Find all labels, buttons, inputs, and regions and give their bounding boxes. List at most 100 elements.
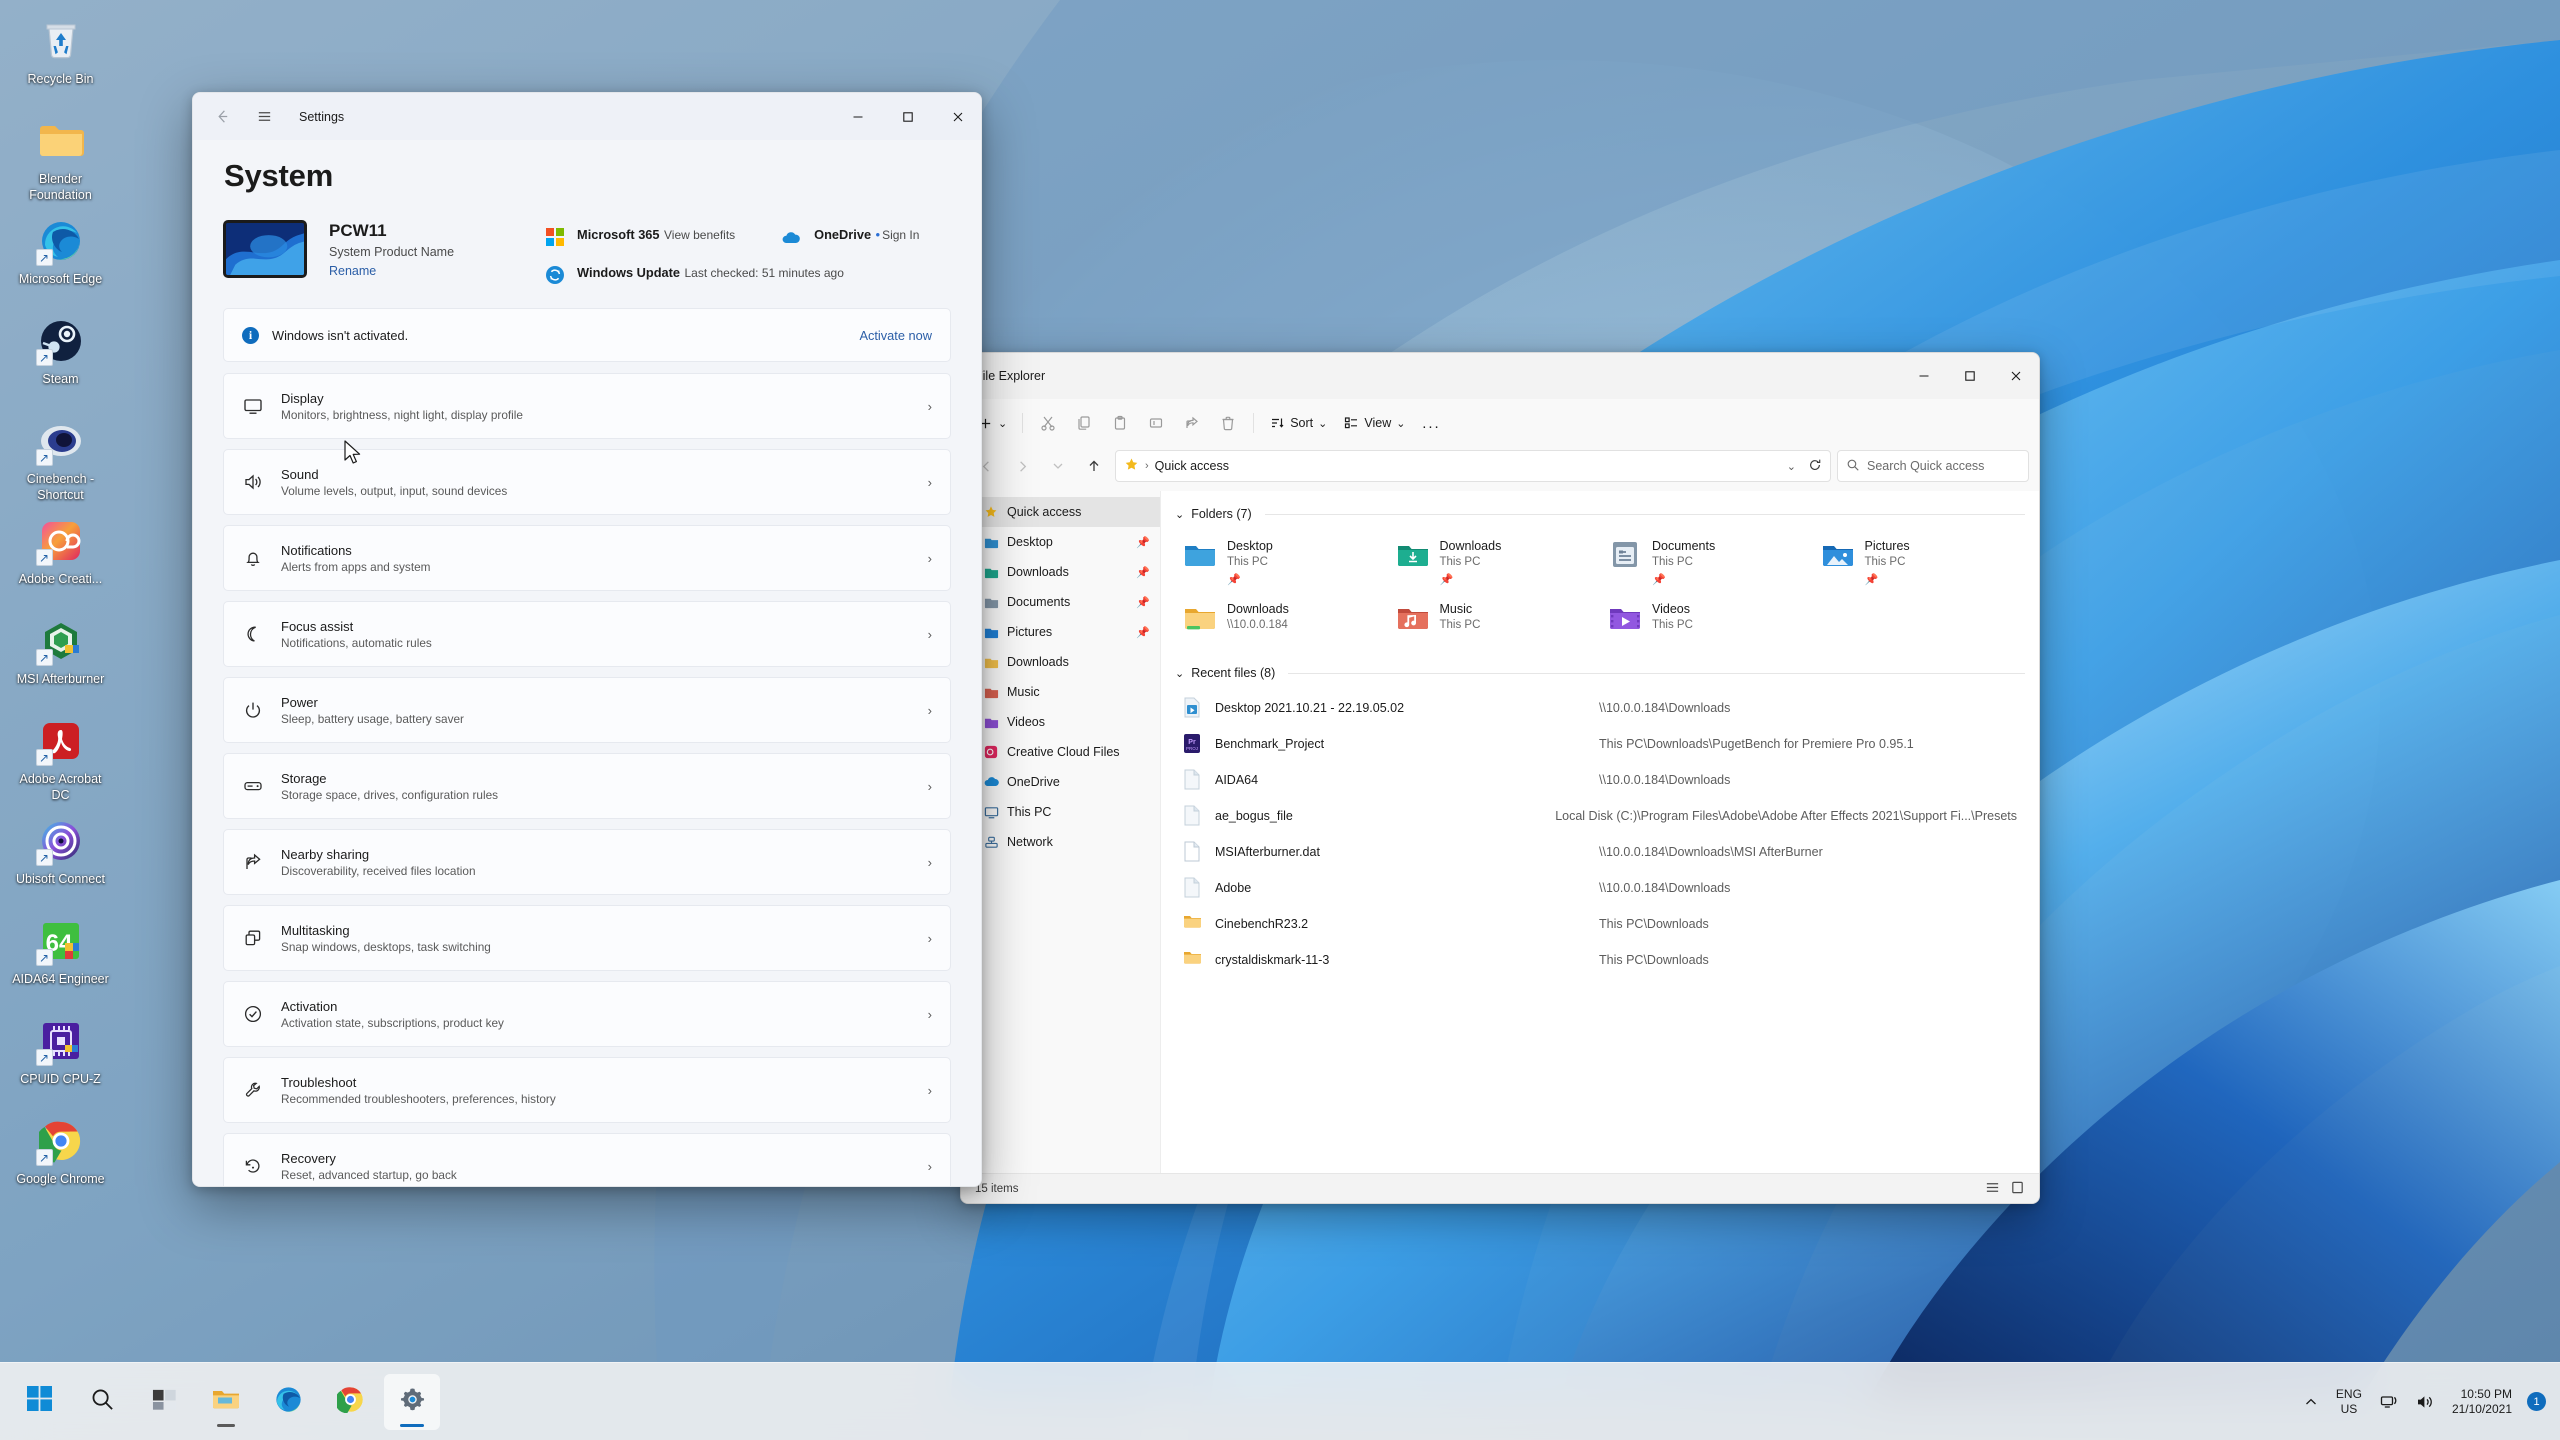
folder-item[interactable]: Pictures This PC 📌 — [1813, 531, 2026, 592]
settings-row-focus-assist[interactable]: Focus assist Notifications, automatic ru… — [223, 601, 951, 668]
notification-badge[interactable]: 1 — [2527, 1392, 2546, 1411]
pin-icon[interactable]: 📌 — [1136, 536, 1150, 549]
details-view-toggle[interactable] — [2010, 1180, 2025, 1198]
settings-row-power[interactable]: Power Sleep, battery usage, battery save… — [223, 677, 951, 744]
explorer-close-button[interactable] — [1993, 360, 2039, 392]
rename-link[interactable]: Rename — [329, 264, 454, 278]
settings-window[interactable]: Settings System PCW11 System Product Nam… — [192, 92, 982, 1187]
nav-item-desktop[interactable]: Desktop 📌 — [961, 527, 1160, 557]
desktop-icon-msi-afterburner[interactable]: MSI Afterburner — [11, 608, 111, 704]
folder-item[interactable]: Downloads This PC 📌 — [1388, 531, 1601, 592]
recent-file-row[interactable]: Desktop 2021.10.21 - 22.19.05.02 \\10.0.… — [1175, 690, 2025, 726]
settings-row-activation[interactable]: Activation Activation state, subscriptio… — [223, 981, 951, 1048]
nav-item-onedrive[interactable]: OneDrive — [961, 767, 1160, 797]
settings-button[interactable] — [384, 1373, 440, 1430]
network-status-button[interactable] — [2371, 1376, 2407, 1428]
more-options-button[interactable]: ... — [1414, 407, 1448, 439]
pin-icon[interactable]: 📌 — [1136, 596, 1150, 609]
tray-overflow-button[interactable] — [2295, 1376, 2327, 1428]
chrome-button[interactable] — [322, 1374, 378, 1430]
recent-file-row[interactable]: ae_bogus_file Local Disk (C:)\Program Fi… — [1175, 798, 2025, 834]
nav-item-downloads-network[interactable]: Downloads — [961, 647, 1160, 677]
search-button[interactable] — [74, 1374, 130, 1430]
address-input[interactable]: › Quick access ⌄ — [1115, 450, 1831, 482]
explorer-address-bar[interactable]: › Quick access ⌄ Search Quick access — [961, 447, 2039, 491]
desktop-icon-google-chrome[interactable]: Google Chrome — [11, 1108, 111, 1204]
paste-button[interactable] — [1103, 407, 1137, 439]
recent-locations-button[interactable] — [1043, 451, 1073, 481]
settings-minimize-button[interactable] — [835, 101, 881, 133]
settings-menu-button[interactable] — [245, 101, 283, 133]
recent-file-row[interactable]: Adobe \\10.0.0.184\Downloads — [1175, 870, 2025, 906]
list-view-toggle[interactable] — [1985, 1180, 2000, 1198]
microsoft-365-service[interactable]: Microsoft 365 View benefits — [544, 226, 735, 248]
recent-file-row[interactable]: MSIAfterburner.dat \\10.0.0.184\Download… — [1175, 834, 2025, 870]
explorer-minimize-button[interactable] — [1901, 360, 1947, 392]
refresh-button[interactable] — [1808, 458, 1822, 475]
pin-icon[interactable]: 📌 — [1136, 566, 1150, 579]
desktop-icon-blender-foundation[interactable]: Blender Foundation — [11, 108, 111, 204]
sort-button[interactable]: Sort ⌄ — [1262, 407, 1334, 439]
windows-update-service[interactable]: Windows Update Last checked: 51 minutes … — [544, 264, 844, 286]
explorer-titlebar[interactable]: File Explorer — [961, 353, 2039, 399]
nav-item-creative-cloud-files[interactable]: Creative Cloud Files — [961, 737, 1160, 767]
settings-row-notifications[interactable]: Notifications Alerts from apps and syste… — [223, 525, 951, 592]
nav-item-downloads[interactable]: Downloads 📌 — [961, 557, 1160, 587]
onedrive-service[interactable]: OneDrive • Sign In — [781, 226, 931, 248]
recent-file-row[interactable]: crystaldiskmark-11-3 This PC\Downloads — [1175, 942, 2025, 978]
desktop-icon-aida64[interactable]: 64 AIDA64 Engineer — [11, 908, 111, 1004]
settings-titlebar[interactable]: Settings — [193, 93, 981, 140]
settings-row-troubleshoot[interactable]: Troubleshoot Recommended troubleshooters… — [223, 1057, 951, 1124]
explorer-maximize-button[interactable] — [1947, 360, 1993, 392]
recent-file-row[interactable]: CinebenchR23.2 This PC\Downloads — [1175, 906, 2025, 942]
folder-item[interactable]: Downloads \\10.0.0.184 — [1175, 594, 1388, 640]
desktop-icon-cpuid-cpu-z[interactable]: CPUID CPU-Z — [11, 1008, 111, 1104]
nav-item-network[interactable]: Network — [961, 827, 1160, 857]
rename-button[interactable] — [1139, 407, 1173, 439]
folders-group-header[interactable]: ⌄ Folders (7) — [1175, 507, 2025, 521]
search-input[interactable]: Search Quick access — [1837, 450, 2029, 482]
settings-close-button[interactable] — [935, 101, 981, 133]
recent-file-row[interactable]: Pr PROJ Benchmark_Project This PC\Downloa… — [1175, 726, 2025, 762]
settings-row-storage[interactable]: Storage Storage space, drives, configura… — [223, 753, 951, 820]
desktop-icon-ubisoft-connect[interactable]: Ubisoft Connect — [11, 808, 111, 904]
address-dropdown-icon[interactable]: ⌄ — [1787, 460, 1796, 473]
taskbar[interactable]: ENG US 10:50 PM 21/10/2021 1 — [0, 1362, 2560, 1440]
explorer-file-list[interactable]: ⌄ Folders (7) Desktop This PC 📌 Download… — [1161, 491, 2039, 1173]
nav-item-music[interactable]: Music — [961, 677, 1160, 707]
forward-button[interactable] — [1007, 451, 1037, 481]
task-view-button[interactable] — [136, 1374, 192, 1430]
settings-content[interactable]: System PCW11 System Product Name Rename — [193, 140, 981, 1186]
copy-button[interactable] — [1067, 407, 1101, 439]
desktop-icon-microsoft-edge[interactable]: Microsoft Edge — [11, 208, 111, 304]
share-button[interactable] — [1175, 407, 1209, 439]
desktop-icon-steam[interactable]: Steam — [11, 308, 111, 404]
file-explorer-window[interactable]: File Explorer ⌄ Sort ⌄ View ⌄ ... › Quic… — [960, 352, 2040, 1204]
settings-back-button[interactable] — [203, 101, 241, 133]
delete-button[interactable] — [1211, 407, 1245, 439]
recent-file-row[interactable]: AIDA64 \\10.0.0.184\Downloads — [1175, 762, 2025, 798]
desktop-icon-adobe-acrobat[interactable]: Adobe Acrobat DC — [11, 708, 111, 804]
file-explorer-button[interactable] — [198, 1374, 254, 1430]
pin-icon[interactable]: 📌 — [1136, 626, 1150, 639]
desktop-icon-recycle-bin[interactable]: Recycle Bin — [11, 8, 111, 104]
chevron-down-icon[interactable]: ⌄ — [1175, 667, 1184, 680]
settings-row-multitasking[interactable]: Multitasking Snap windows, desktops, tas… — [223, 905, 951, 972]
explorer-navigation-pane[interactable]: Quick access Desktop 📌 Downloads 📌 Docum… — [961, 491, 1161, 1173]
nav-item-this-pc[interactable]: This PC — [961, 797, 1160, 827]
nav-item-quick-access[interactable]: Quick access — [961, 497, 1160, 527]
settings-row-nearby-sharing[interactable]: Nearby sharing Discoverability, received… — [223, 829, 951, 896]
recent-files-group-header[interactable]: ⌄ Recent files (8) — [1175, 666, 2025, 680]
desktop-icon-adobe-creative-cloud[interactable]: Adobe Creati... — [11, 508, 111, 604]
edge-button[interactable] — [260, 1374, 316, 1430]
folder-item[interactable]: Documents This PC 📌 — [1600, 531, 1813, 592]
chevron-down-icon[interactable]: ⌄ — [1175, 508, 1184, 521]
desktop-icon-cinebench[interactable]: Cinebench - Shortcut — [11, 408, 111, 504]
language-indicator[interactable]: ENG US — [2327, 1376, 2371, 1428]
nav-item-pictures[interactable]: Pictures 📌 — [961, 617, 1160, 647]
settings-row-sound[interactable]: Sound Volume levels, output, input, soun… — [223, 449, 951, 516]
folder-item[interactable]: Videos This PC — [1600, 594, 1813, 640]
view-button[interactable]: View ⌄ — [1336, 407, 1412, 439]
folder-item[interactable]: Desktop This PC 📌 — [1175, 531, 1388, 592]
nav-item-videos[interactable]: Videos — [961, 707, 1160, 737]
